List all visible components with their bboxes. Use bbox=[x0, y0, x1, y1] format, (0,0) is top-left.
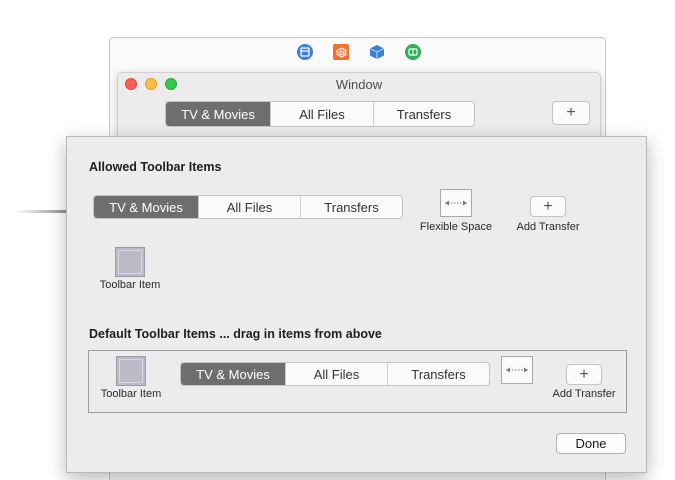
tab-all-files[interactable]: All Files bbox=[270, 102, 373, 126]
plus-icon: + bbox=[543, 197, 553, 215]
allowed-tab-all-files[interactable]: All Files bbox=[198, 196, 300, 218]
window-segmented-control[interactable]: TV & Movies All Files Transfers bbox=[165, 101, 475, 127]
default-toolbar-item-label: Toolbar Item bbox=[100, 388, 162, 400]
flexible-space-label: Flexible Space bbox=[419, 221, 493, 233]
toolbar-item-label: Toolbar Item bbox=[99, 279, 161, 291]
default-segmented-control[interactable]: TV & Movies All Files Transfers bbox=[180, 362, 490, 386]
toolbar-item-swatch[interactable] bbox=[115, 247, 145, 277]
default-toolbar-item-swatch[interactable] bbox=[116, 356, 146, 386]
ib-object-bar: 11 bbox=[297, 44, 421, 60]
files-owner-icon[interactable]: 11 bbox=[333, 44, 349, 60]
add-transfer-label: Add Transfer bbox=[516, 221, 580, 233]
tab-tv-movies[interactable]: TV & Movies bbox=[166, 102, 270, 126]
plus-icon: + bbox=[579, 365, 589, 383]
connection-line bbox=[14, 210, 66, 213]
default-tab-tv-movies[interactable]: TV & Movies bbox=[181, 363, 285, 385]
first-responder-icon[interactable] bbox=[297, 44, 313, 60]
flexible-space-icon bbox=[445, 200, 467, 206]
plus-icon: + bbox=[566, 104, 576, 121]
default-add-transfer-button[interactable]: + bbox=[566, 364, 602, 385]
flexible-space-item[interactable] bbox=[440, 189, 472, 217]
allowed-tab-transfers[interactable]: Transfers bbox=[300, 196, 402, 218]
flexible-space-icon bbox=[506, 367, 528, 373]
default-tab-transfers[interactable]: Transfers bbox=[387, 363, 489, 385]
object-cube-icon[interactable] bbox=[369, 44, 385, 60]
default-items-well[interactable]: Toolbar Item TV & Movies All Files Trans… bbox=[88, 350, 627, 413]
default-add-transfer-label: Add Transfer bbox=[552, 388, 616, 400]
done-button[interactable]: Done bbox=[556, 433, 626, 454]
window-title: Window bbox=[335, 77, 383, 92]
customize-toolbar-sheet: Allowed Toolbar Items TV & Movies All Fi… bbox=[66, 136, 647, 473]
svg-text:11: 11 bbox=[339, 51, 345, 57]
default-items-heading: Default Toolbar Items ... drag in items … bbox=[89, 327, 382, 341]
application-icon[interactable] bbox=[405, 44, 421, 60]
add-transfer-button[interactable]: + bbox=[530, 196, 566, 217]
window-add-button[interactable]: + bbox=[552, 101, 590, 125]
allowed-items-heading: Allowed Toolbar Items bbox=[89, 160, 222, 174]
allowed-tab-tv-movies[interactable]: TV & Movies bbox=[94, 196, 198, 218]
default-tab-all-files[interactable]: All Files bbox=[285, 363, 387, 385]
default-flexible-space-item[interactable] bbox=[501, 356, 533, 384]
tab-transfers[interactable]: Transfers bbox=[373, 102, 474, 126]
allowed-segmented-control[interactable]: TV & Movies All Files Transfers bbox=[93, 195, 403, 219]
